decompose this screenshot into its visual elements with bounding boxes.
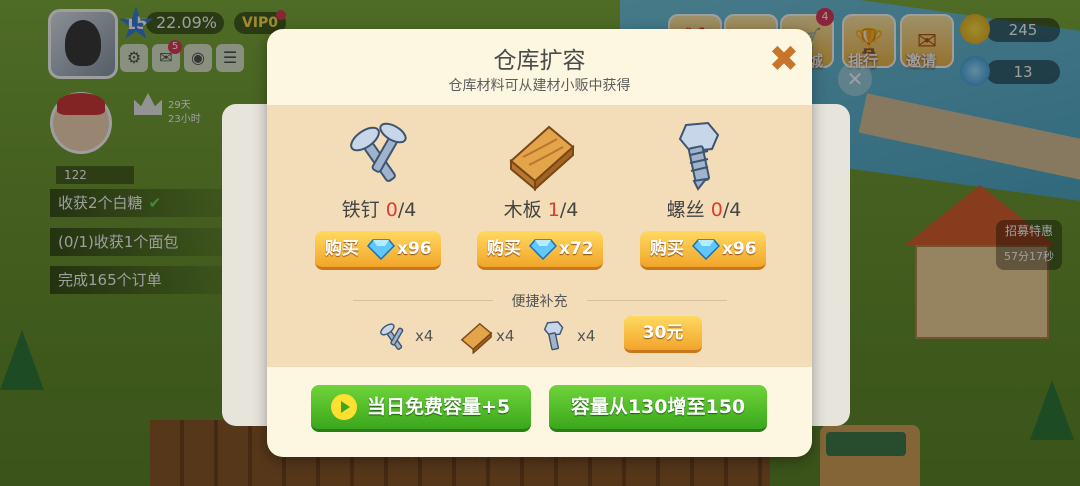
diamond-icon xyxy=(367,239,395,260)
item-need: /4 xyxy=(722,199,742,221)
buy-nail-button[interactable]: 购买 x96 xyxy=(315,231,441,270)
free-capacity-button[interactable]: 当日免费容量+5 xyxy=(311,385,531,432)
item-count-label: 铁钉 0/4 xyxy=(309,195,449,222)
item-need: /4 xyxy=(397,199,417,221)
item-need: /4 xyxy=(559,199,579,221)
quick-refill-buy-button[interactable]: 30元 xyxy=(624,316,702,353)
quick-refill-label: 便捷补充 xyxy=(511,294,568,310)
item-name: 螺丝 xyxy=(666,199,705,221)
item-have: 0 xyxy=(385,199,398,221)
nail-icon[interactable] xyxy=(343,119,415,191)
nail-icon xyxy=(380,323,404,350)
item-count-label: 木板 1/4 xyxy=(471,195,611,222)
materials-panel: 铁钉 0/4 购买 x96 木板 1/4 购买 x72 螺丝 0/4 购买 x9… xyxy=(267,105,812,367)
buy-label: 购买 xyxy=(325,239,359,259)
item-count-label: 螺丝 0/4 xyxy=(634,195,774,222)
item-name: 木板 xyxy=(503,199,542,221)
close-icon[interactable]: ✖ xyxy=(767,42,801,78)
play-icon xyxy=(331,394,357,420)
buy-price: x96 xyxy=(397,239,432,259)
buy-label: 购买 xyxy=(487,239,521,259)
item-have: 0 xyxy=(710,199,723,221)
quick-plank-count: x4 xyxy=(496,327,515,345)
screw-icon xyxy=(543,321,564,351)
diamond-icon xyxy=(529,239,557,260)
free-capacity-label: 当日免费容量+5 xyxy=(367,396,511,418)
plank-icon[interactable] xyxy=(505,119,577,191)
buy-label: 购买 xyxy=(650,239,684,259)
upgrade-capacity-label: 容量从130增至150 xyxy=(570,396,746,418)
item-name: 铁钉 xyxy=(341,199,380,221)
buy-price: x96 xyxy=(722,239,757,259)
buy-screw-button[interactable]: 购买 x96 xyxy=(640,231,766,270)
warehouse-expand-dialog: 仓库扩容 仓库材料可从建材小贩中获得 ✖ 铁钉 0/4 购买 x96 木板 1/… xyxy=(267,29,812,457)
upgrade-capacity-button[interactable]: 容量从130增至150 xyxy=(549,385,767,432)
plank-icon xyxy=(460,322,493,354)
dialog-subtitle: 仓库材料可从建材小贩中获得 xyxy=(448,78,631,94)
dialog-title: 仓库扩容 xyxy=(493,48,586,74)
item-have: 1 xyxy=(547,199,560,221)
screw-icon[interactable] xyxy=(668,119,740,191)
quick-nail-count: x4 xyxy=(415,327,434,345)
diamond-icon xyxy=(692,239,720,260)
buy-plank-button[interactable]: 购买 x72 xyxy=(477,231,603,270)
buy-price: x72 xyxy=(559,239,594,259)
quick-screw-count: x4 xyxy=(577,327,596,345)
